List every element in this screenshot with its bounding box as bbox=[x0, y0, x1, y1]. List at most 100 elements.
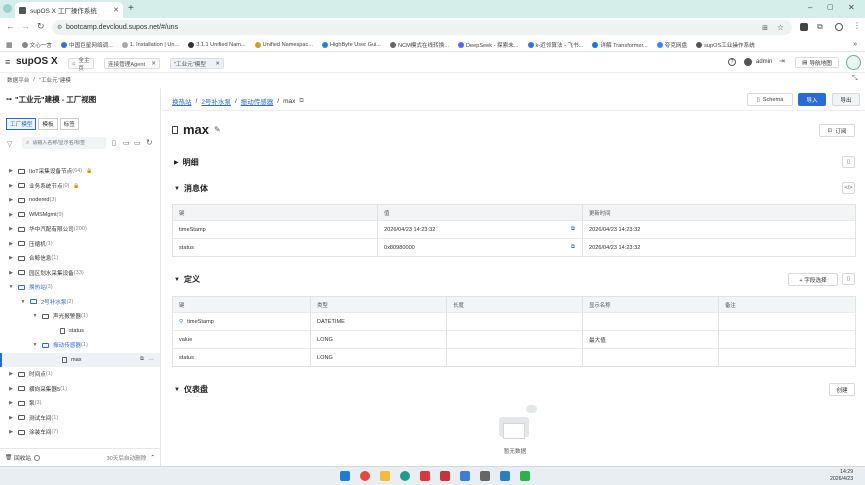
vscode-icon[interactable] bbox=[500, 471, 510, 481]
close-tab-icon[interactable]: ✕ bbox=[113, 6, 119, 14]
bookmark-item[interactable]: 1. Installation | Un... bbox=[121, 41, 179, 48]
tree-node[interactable]: ▶ 合鲸信息 (1) bbox=[0, 251, 160, 265]
logout-icon[interactable]: ⇥ bbox=[779, 57, 785, 65]
bookmark-star-icon[interactable]: ☆ bbox=[777, 23, 784, 32]
move-folder-icon[interactable]: ▭ bbox=[134, 139, 141, 147]
close-icon[interactable]: ✕ bbox=[215, 61, 220, 67]
caret-down-icon[interactable]: ▼ bbox=[20, 299, 26, 305]
app-icon[interactable] bbox=[420, 471, 430, 481]
more-icon[interactable]: ⋯ bbox=[148, 357, 154, 363]
caret-right-icon[interactable]: ▶ bbox=[8, 371, 14, 377]
tree-node[interactable]: ▶ 压缩机 (1) bbox=[0, 237, 160, 251]
tab-factory-model[interactable]: 工厂模型 bbox=[6, 118, 37, 130]
bookmark-item[interactable]: supOS工业操作系统 bbox=[696, 41, 755, 49]
browser-menu-icon[interactable]: ⋮ bbox=[853, 21, 861, 30]
back-icon[interactable]: ← bbox=[6, 21, 15, 31]
new-tab-icon[interactable]: + bbox=[128, 3, 134, 14]
caret-down-icon[interactable]: ▼ bbox=[32, 342, 38, 348]
edge-icon[interactable] bbox=[400, 471, 410, 481]
tree-node[interactable]: ▶ WMSMgmt (9) bbox=[0, 208, 160, 222]
help-icon[interactable]: ? bbox=[728, 58, 736, 66]
tree-node[interactable]: ▶ 时间点 (1) bbox=[0, 367, 160, 381]
search-box[interactable]: ⌕ bbox=[22, 137, 106, 149]
definition-length[interactable] bbox=[447, 348, 583, 366]
tree-node[interactable]: max ⧉ ⋯ bbox=[0, 352, 160, 367]
tab-template[interactable]: 模板 bbox=[38, 118, 58, 130]
clock[interactable]: 14:29 2026/4/23 bbox=[830, 469, 853, 483]
recycle-bin-link[interactable]: 回收站 bbox=[14, 454, 31, 462]
app-icon[interactable] bbox=[480, 471, 490, 481]
definition-note[interactable] bbox=[719, 330, 855, 348]
browser-tab[interactable]: supOS X 工厂操作系统 ✕ bbox=[15, 2, 123, 18]
definition-note[interactable] bbox=[719, 348, 855, 366]
bookmark-item[interactable]: k-近邻算法 - 飞书... bbox=[527, 41, 583, 49]
breadcrumb-item[interactable]: 振动传感器 bbox=[241, 96, 274, 106]
app-icon[interactable] bbox=[460, 471, 470, 481]
extension-icon[interactable] bbox=[800, 23, 808, 31]
caret-right-icon[interactable]: ▶ bbox=[8, 400, 14, 406]
url-field[interactable]: ⚙ bootcamp.devcloud.supos.net/#/uns ⊞ ☆ bbox=[52, 20, 792, 35]
bookmark-item[interactable]: 文心一言 bbox=[21, 41, 52, 49]
tree-node[interactable]: ▶ 泵 (3) bbox=[0, 396, 160, 410]
definition-section-header[interactable]: ▼ 定义 bbox=[174, 274, 200, 285]
more-bookmarks-icon[interactable]: » bbox=[853, 41, 857, 48]
site-info-icon[interactable]: ⚙ bbox=[57, 24, 62, 31]
bookmark-item[interactable]: Unified Namespac... bbox=[254, 41, 313, 48]
chevron-up-icon[interactable]: ⌃ bbox=[150, 455, 155, 461]
tree-node[interactable]: status bbox=[0, 324, 160, 338]
copy-icon[interactable]: ⧉ bbox=[140, 356, 144, 363]
caret-right-icon[interactable]: ▶ bbox=[8, 241, 14, 247]
tree-node[interactable]: ▶ 华中汽配有限公司 (200) bbox=[0, 222, 160, 236]
assistant-avatar[interactable] bbox=[846, 55, 861, 70]
dashboard-section-header[interactable]: ▼ 仪表盘 bbox=[174, 384, 208, 395]
schema-button[interactable]: ▯ Schema bbox=[747, 93, 793, 106]
bookmark-item[interactable]: 3.1.1 Unified Nam... bbox=[188, 41, 246, 48]
tree-node[interactable]: ▶ 涂装车间 (7) bbox=[0, 425, 160, 439]
file-explorer-icon[interactable] bbox=[380, 471, 390, 481]
bookmark-item[interactable]: 中国巨星网络调... bbox=[61, 41, 113, 49]
search-input[interactable] bbox=[32, 140, 105, 146]
translate-icon[interactable]: ⊞ bbox=[762, 24, 768, 32]
caret-right-icon[interactable]: ▶ bbox=[8, 270, 14, 276]
definition-length[interactable] bbox=[447, 330, 583, 348]
caret-down-icon[interactable]: ▼ bbox=[32, 313, 38, 319]
tree-node[interactable]: ▶ 园区划水采集设备 (33) bbox=[0, 266, 160, 280]
copy-icon[interactable]: ⧉ bbox=[571, 226, 575, 233]
caret-right-icon[interactable]: ▶ bbox=[8, 197, 14, 203]
import-button[interactable]: 导入 bbox=[798, 93, 826, 106]
nav-map-button[interactable]: ▤ 导航地图 bbox=[795, 57, 839, 68]
maximize-icon[interactable]: ▢ bbox=[827, 3, 834, 11]
reload-icon[interactable]: ↻ bbox=[37, 21, 45, 32]
puzzle-icon[interactable]: ⧉ bbox=[817, 22, 823, 32]
tab-connection-agent[interactable]: 连接管理Agent ✕ bbox=[104, 58, 160, 69]
definition-display[interactable]: 最大值 bbox=[583, 330, 719, 348]
caret-right-icon[interactable]: ▶ bbox=[8, 168, 14, 174]
tree-node[interactable]: ▶ nodered (3) bbox=[0, 193, 160, 207]
tab-list-icon[interactable] bbox=[3, 4, 12, 13]
tree-node[interactable]: ▼ 振动传感器 (1) bbox=[0, 338, 160, 352]
new-folder-icon[interactable]: ▭ bbox=[123, 139, 130, 147]
definition-length[interactable] bbox=[447, 312, 583, 330]
minimize-icon[interactable]: – bbox=[808, 3, 812, 12]
copy-icon[interactable]: ⧉ bbox=[571, 244, 575, 251]
new-file-icon[interactable]: ▯ bbox=[112, 139, 116, 147]
caret-right-icon[interactable]: ▶ bbox=[8, 212, 14, 218]
tree-node[interactable]: ▶ 测试车间 (1) bbox=[0, 411, 160, 425]
edit-icon[interactable]: ✎ bbox=[214, 125, 221, 134]
caret-down-icon[interactable]: ▼ bbox=[8, 284, 14, 290]
caret-right-icon[interactable]: ▶ bbox=[8, 255, 14, 261]
wechat-icon[interactable] bbox=[520, 471, 530, 481]
bookmark-item[interactable]: HighByte User Gui... bbox=[322, 41, 381, 48]
user-avatar-icon[interactable] bbox=[744, 58, 752, 66]
tab-label[interactable]: 标签 bbox=[59, 118, 79, 130]
collapse-icon[interactable]: ⤡ bbox=[852, 75, 858, 83]
tab-model[interactable]: "工业元"模型 ✕ bbox=[170, 58, 224, 69]
breadcrumb-item[interactable]: 换热站 bbox=[172, 96, 192, 106]
definition-display[interactable] bbox=[583, 312, 719, 330]
bookmark-item[interactable]: NCM模式在线转换... bbox=[389, 41, 449, 49]
caret-right-icon[interactable]: ▶ bbox=[8, 183, 14, 189]
tree-node[interactable]: ▼ 声光报警器 (1) bbox=[0, 309, 160, 323]
code-view-button[interactable]: </> bbox=[842, 182, 855, 194]
forward-icon[interactable]: → bbox=[21, 21, 30, 31]
tree-node[interactable]: ▶ IIoT采集设备节点 (64) 🔒 bbox=[0, 164, 160, 178]
